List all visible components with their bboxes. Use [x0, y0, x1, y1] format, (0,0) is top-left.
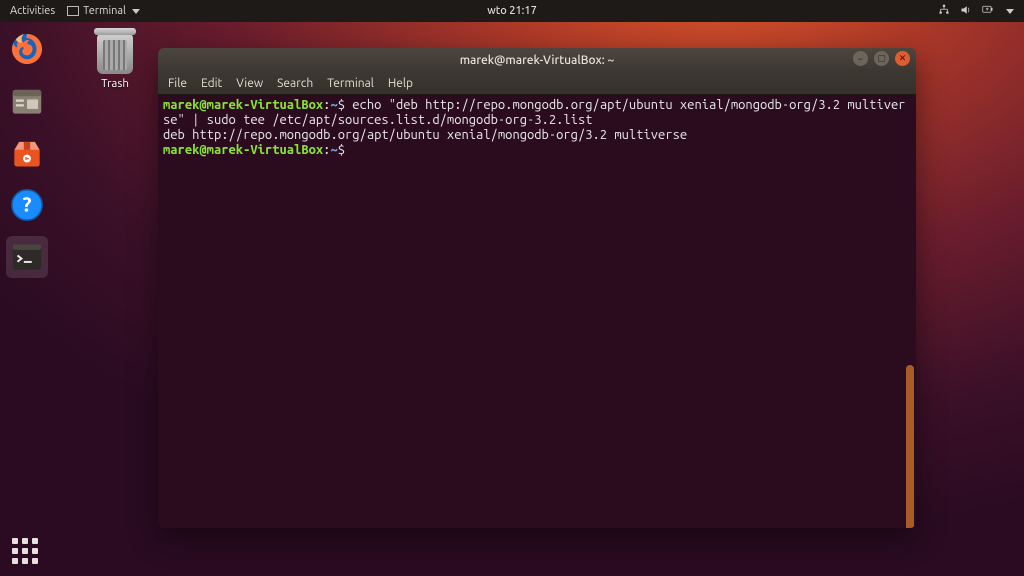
window-close-button[interactable]: ✕ — [895, 51, 910, 66]
menu-search[interactable]: Search — [277, 77, 313, 90]
menu-terminal[interactable]: Terminal — [327, 77, 374, 90]
dock-app-terminal[interactable] — [6, 236, 48, 278]
terminal-window: marek@marek-VirtualBox: ~ – ▢ ✕ File Edi… — [158, 48, 916, 528]
window-minimize-button[interactable]: – — [853, 51, 868, 66]
terminal-output-1: deb http://repo.mongodb.org/apt/ubuntu x… — [163, 128, 911, 143]
app-menu[interactable]: Terminal — [67, 5, 140, 17]
app-menu-label: Terminal — [83, 5, 126, 17]
window-menubar: File Edit View Search Terminal Help — [158, 72, 916, 95]
prompt-user-2: marek@marek-VirtualBox — [163, 143, 323, 157]
show-applications-button[interactable] — [12, 538, 38, 564]
desktop-trash-label: Trash — [80, 77, 150, 90]
volume-icon[interactable] — [960, 4, 972, 19]
menu-help[interactable]: Help — [388, 77, 413, 90]
activities-button[interactable]: Activities — [10, 5, 55, 17]
prompt-path-2: ~ — [330, 143, 337, 157]
dock-app-firefox[interactable] — [6, 28, 48, 70]
terminal-body[interactable]: marek@marek-VirtualBox:~$ echo "deb http… — [158, 95, 916, 528]
menu-file[interactable]: File — [168, 77, 187, 90]
window-titlebar[interactable]: marek@marek-VirtualBox: ~ – ▢ ✕ — [158, 48, 916, 72]
dock-app-files[interactable] — [6, 80, 48, 122]
prompt-path: ~ — [330, 98, 337, 112]
chevron-down-icon — [132, 9, 140, 14]
desktop-trash[interactable]: Trash — [80, 34, 150, 90]
window-title: marek@marek-VirtualBox: ~ — [460, 54, 615, 67]
top-bar: Activities Terminal wto 21:17 — [0, 0, 1024, 22]
menu-edit[interactable]: Edit — [201, 77, 222, 90]
terminal-indicator-icon — [67, 6, 79, 16]
menu-view[interactable]: View — [236, 77, 263, 90]
dock-app-software[interactable] — [6, 132, 48, 174]
system-menu-chevron-icon[interactable] — [1006, 9, 1014, 14]
trash-icon — [97, 34, 133, 74]
svg-text:?: ? — [22, 192, 31, 215]
window-maximize-button[interactable]: ▢ — [874, 51, 889, 66]
prompt-user: marek@marek-VirtualBox — [163, 98, 323, 112]
terminal-scrollbar[interactable] — [906, 365, 914, 528]
network-icon[interactable] — [938, 4, 950, 19]
dock: ? — [0, 22, 54, 576]
battery-icon[interactable] — [982, 4, 994, 19]
clock[interactable]: wto 21:17 — [487, 5, 537, 17]
dock-app-help[interactable]: ? — [6, 184, 48, 226]
